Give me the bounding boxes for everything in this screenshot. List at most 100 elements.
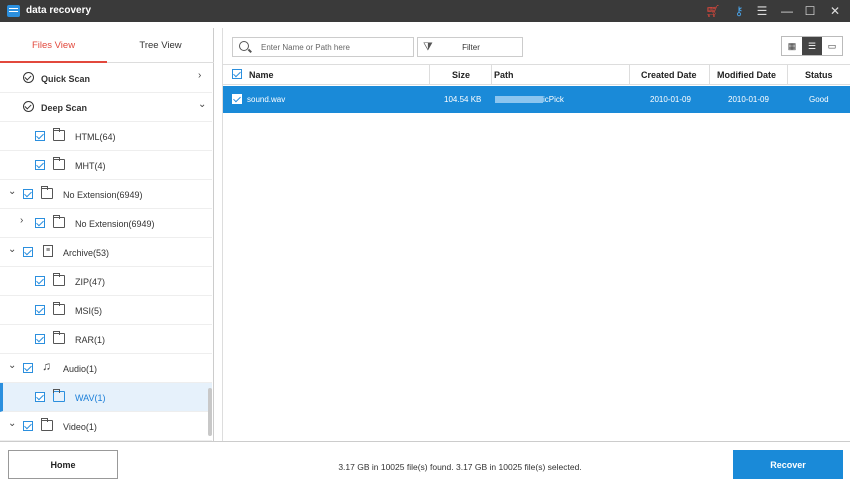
recover-button[interactable]: Recover: [733, 450, 843, 479]
maximize-icon[interactable]: ☐: [801, 2, 819, 20]
checkbox[interactable]: [35, 334, 45, 344]
tree-item-zip[interactable]: ZIP(47): [0, 267, 212, 296]
active-tab-indicator: [0, 61, 107, 63]
deep-scan-label: Deep Scan: [41, 103, 88, 113]
filter-label: Filter: [462, 43, 480, 52]
tree-item-label: MHT(4): [75, 161, 106, 171]
folder-icon: [53, 389, 65, 402]
tree-item-rar[interactable]: RAR(1): [0, 325, 212, 354]
select-all-checkbox[interactable]: [232, 69, 242, 79]
tree-item-msi[interactable]: MSI(5): [0, 296, 212, 325]
tree-item-label: WAV(1): [75, 393, 106, 403]
search-icon: [239, 41, 249, 51]
tree-item-label: No Extension(6949): [75, 219, 155, 229]
column-header-status[interactable]: Status: [805, 70, 833, 80]
row-checkbox[interactable]: [232, 94, 242, 104]
folder-icon: [41, 186, 53, 199]
tree-item-wav[interactable]: WAV(1): [0, 383, 212, 412]
archive-icon: ≡: [43, 245, 53, 257]
chevron-down-icon[interactable]: ⌄: [8, 360, 16, 371]
menu-icon[interactable]: ☰: [753, 2, 771, 20]
column-header-modified[interactable]: Modified Date: [717, 70, 776, 80]
tree-item-no-extension-sub[interactable]: › No Extension(6949): [0, 209, 212, 238]
checkbox[interactable]: [35, 131, 45, 141]
tree-item-label: RAR(1): [75, 335, 106, 345]
tree-scrollbar[interactable]: [208, 388, 212, 436]
cell-modified: 2010-01-09: [728, 95, 769, 104]
column-header-path[interactable]: Path: [494, 70, 514, 80]
tree-item-no-extension[interactable]: ⌄ No Extension(6949): [0, 180, 212, 209]
search-box[interactable]: [232, 37, 414, 57]
home-button[interactable]: Home: [8, 450, 118, 479]
tree-item-label: No Extension(6949): [63, 190, 143, 200]
tree-item-mht[interactable]: MHT(4): [0, 151, 212, 180]
folder-icon: [41, 418, 53, 431]
music-note-icon: ♫: [42, 359, 51, 373]
column-header-size[interactable]: Size: [452, 70, 470, 80]
cell-name: sound.wav: [247, 95, 286, 104]
cell-status: Good: [809, 95, 829, 104]
tree-item-html[interactable]: HTML(64): [0, 122, 212, 151]
redacted-path-segment: [495, 96, 543, 103]
tree-item-label: ZIP(47): [75, 277, 106, 287]
column-divider: [429, 65, 430, 85]
chevron-down-icon[interactable]: ⌄: [8, 418, 16, 429]
checkbox[interactable]: [23, 363, 33, 373]
file-type-tree: Quick Scan › Deep Scan ⌄ HTML(64) MHT(4)…: [0, 64, 212, 441]
cell-size: 104.54 KB: [444, 95, 482, 104]
search-input[interactable]: [261, 41, 411, 54]
tree-item-audio[interactable]: ⌄ ♫ Audio(1): [0, 354, 212, 383]
chevron-right-icon[interactable]: ›: [198, 70, 201, 81]
checkbox[interactable]: [23, 421, 33, 431]
folder-icon: [53, 302, 65, 315]
grid-view-icon[interactable]: ▦: [782, 37, 802, 55]
minimize-icon[interactable]: —: [778, 2, 796, 20]
chevron-down-icon[interactable]: ⌄: [8, 186, 16, 197]
table-header: Name Size Path Created Date Modified Dat…: [223, 64, 850, 85]
preview-view-icon[interactable]: ▭: [822, 37, 842, 55]
tree-item-label: Video(1): [63, 422, 97, 432]
checkbox[interactable]: [35, 160, 45, 170]
tree-item-video[interactable]: ⌄ Video(1): [0, 412, 212, 441]
checkbox[interactable]: [23, 247, 33, 257]
check-circle-icon: [23, 72, 34, 83]
list-view-icon[interactable]: ☰: [802, 37, 822, 55]
table-row[interactable]: sound.wav 104.54 KB icPick 2010-01-09 20…: [223, 86, 850, 113]
close-icon[interactable]: ✕: [826, 2, 844, 20]
column-divider: [629, 65, 630, 85]
check-circle-icon: [23, 101, 34, 112]
tree-item-label: Archive(53): [63, 248, 110, 258]
chevron-down-icon[interactable]: ⌄: [198, 99, 206, 110]
tab-tree-view[interactable]: Tree View: [107, 40, 214, 51]
checkbox[interactable]: [35, 218, 45, 228]
key-icon[interactable]: ⚷: [730, 2, 748, 20]
checkbox[interactable]: [35, 276, 45, 286]
app-title: data recovery: [26, 5, 92, 16]
filter-button[interactable]: ⧩ Filter: [417, 37, 523, 57]
tab-files-view[interactable]: Files View: [0, 40, 107, 51]
right-panel: ⧩ Filter ▦ ☰ ▭ Name Size Path Created Da…: [222, 28, 850, 441]
column-divider: [787, 65, 788, 85]
tree-item-archive[interactable]: ⌄ ≡ Archive(53): [0, 238, 212, 267]
checkbox[interactable]: [35, 392, 45, 402]
cart-icon[interactable]: 🛒︎: [704, 2, 722, 20]
tree-item-label: Audio(1): [63, 364, 98, 374]
deep-scan-row[interactable]: Deep Scan ⌄: [0, 93, 212, 122]
column-header-created[interactable]: Created Date: [641, 70, 697, 80]
left-panel: Files View Tree View Quick Scan › Deep S…: [0, 28, 214, 441]
folder-icon: [53, 215, 65, 228]
quick-scan-row[interactable]: Quick Scan ›: [0, 64, 212, 93]
app-logo-icon: [7, 5, 20, 17]
folder-icon: [53, 331, 65, 344]
checkbox[interactable]: [23, 189, 33, 199]
checkbox[interactable]: [35, 305, 45, 315]
cell-path: icPick: [543, 95, 564, 104]
column-header-name[interactable]: Name: [249, 70, 274, 80]
column-divider: [491, 65, 492, 85]
folder-icon: [53, 273, 65, 286]
chevron-down-icon[interactable]: ⌄: [8, 244, 16, 255]
footer-bar: Home 3.17 GB in 10025 file(s) found. 3.1…: [0, 441, 850, 487]
column-divider: [709, 65, 710, 85]
chevron-right-icon[interactable]: ›: [20, 215, 23, 226]
view-tabs: Files View Tree View: [0, 28, 214, 63]
